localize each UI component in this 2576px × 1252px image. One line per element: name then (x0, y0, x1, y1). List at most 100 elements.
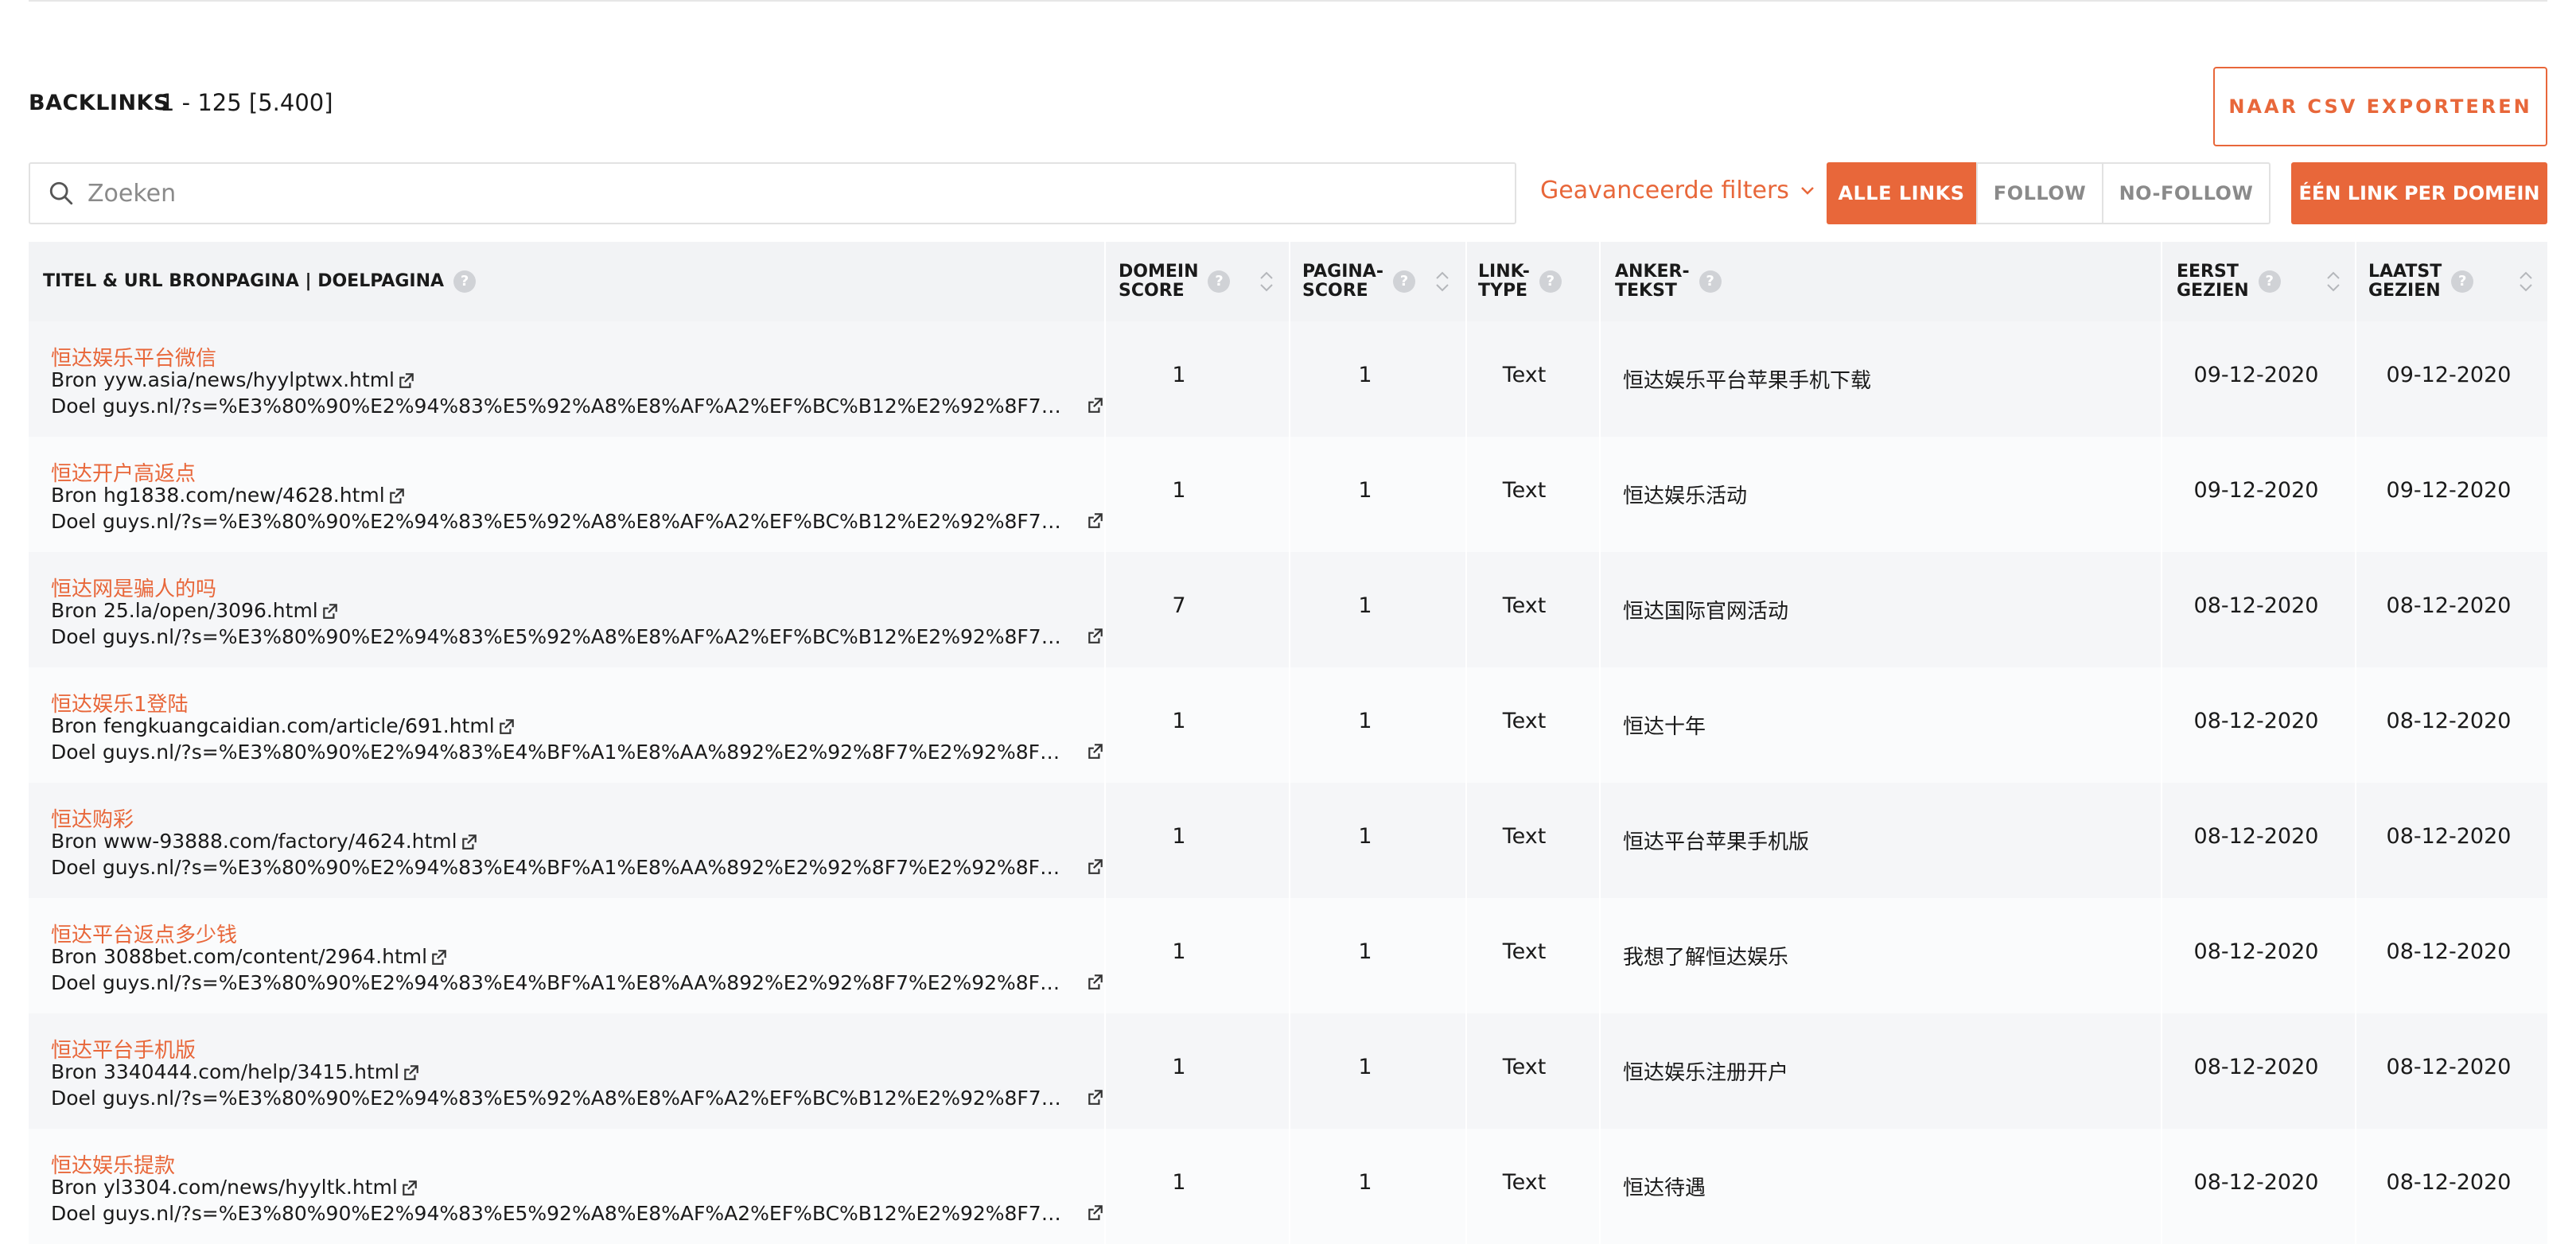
source-page-title-link[interactable]: 恒达网是骗人的吗 (51, 573, 216, 602)
backlinks-table: TITEL & URL BRONPAGINA | DOELPAGINA ? DO… (29, 242, 2547, 1244)
domain-score-cell: 1 (1172, 1055, 1186, 1079)
external-link-icon[interactable] (1087, 973, 1104, 990)
source-url-link[interactable]: Bron yyw.asia/news/hyylptwx.html (51, 368, 395, 391)
external-link-icon[interactable] (430, 948, 448, 966)
source-page-title-link[interactable]: 恒达娱乐提款 (51, 1149, 175, 1179)
first-seen-cell: 09-12-2020 (2193, 478, 2319, 503)
external-link-icon[interactable] (401, 1179, 418, 1196)
table-body: 恒达娱乐平台微信 Bron yyw.asia/news/hyylptwx.html… (29, 321, 2547, 1244)
search-input[interactable]: Zoeken (29, 162, 1516, 224)
domain-score-cell: 1 (1172, 1170, 1186, 1195)
anchor-text-cell: 恒达平台苹果手机版 (1623, 830, 1810, 854)
link-type-cell: Text (1502, 1170, 1547, 1195)
external-link-icon[interactable] (1087, 627, 1104, 644)
anchor-text-cell: 恒达娱乐注册开户 (1623, 1061, 1789, 1085)
column-page-score[interactable]: PAGINA- SCORE ? (1302, 242, 1415, 321)
source-page-title-link[interactable]: 恒达娱乐1登陆 (51, 688, 189, 717)
external-link-icon[interactable] (1087, 1088, 1104, 1106)
external-link-icon[interactable] (403, 1063, 420, 1081)
page-score-cell: 1 (1358, 1170, 1372, 1195)
external-link-icon[interactable] (1087, 396, 1104, 414)
target-url-link[interactable]: Doel guys.nl/?s=%E3%80%90%E2%94%83%E5%92… (51, 625, 1066, 648)
help-icon[interactable]: ? (1699, 270, 1722, 293)
one-link-per-domain-button[interactable]: ÉÉN LINK PER DOMEIN (2291, 162, 2547, 224)
source-url-link[interactable]: Bron hg1838.com/new/4628.html (51, 484, 385, 507)
target-url: Doel guys.nl/?s=%E3%80%90%E2%94%83%E5%92… (51, 1087, 1104, 1110)
anchor-text-cell: 恒达娱乐平台苹果手机下载 (1623, 369, 1872, 393)
sort-icon[interactable] (1258, 266, 1275, 297)
target-url-link[interactable]: Doel guys.nl/?s=%E3%80%90%E2%94%83%E5%92… (51, 1087, 1066, 1110)
source-url-link[interactable]: Bron yl3304.com/news/hyyltk.html (51, 1176, 398, 1199)
advanced-filters-dropdown[interactable]: Geavanceerde filters (1540, 177, 1815, 204)
external-link-icon[interactable] (1087, 742, 1104, 760)
external-link-icon[interactable] (398, 371, 415, 389)
page-score-cell: 1 (1358, 593, 1372, 618)
target-url-link[interactable]: Doel guys.nl/?s=%E3%80%90%E2%94%83%E4%BF… (51, 971, 1066, 994)
target-url-link[interactable]: Doel guys.nl/?s=%E3%80%90%E2%94%83%E4%BF… (51, 856, 1066, 879)
help-icon[interactable]: ? (2258, 270, 2281, 293)
top-divider (29, 0, 2547, 2)
column-last-seen[interactable]: LAATST GEZIEN ? (2368, 242, 2474, 321)
target-url: Doel guys.nl/?s=%E3%80%90%E2%94%83%E5%92… (51, 510, 1104, 533)
target-url-link[interactable]: Doel guys.nl/?s=%E3%80%90%E2%94%83%E5%92… (51, 1202, 1066, 1225)
external-link-icon[interactable] (1087, 511, 1104, 529)
domain-score-cell: 1 (1172, 709, 1186, 733)
source-url-link[interactable]: Bron 3088bet.com/content/2964.html (51, 945, 427, 968)
column-divider (1465, 242, 1467, 1244)
external-link-icon[interactable] (461, 833, 478, 850)
help-icon[interactable]: ? (1539, 270, 1562, 293)
table-row: 恒达娱乐提款 Bron yl3304.com/news/hyyltk.html Do… (29, 1129, 2547, 1244)
sort-icon[interactable] (2325, 266, 2342, 297)
source-page-title-link[interactable]: 恒达开户高返点 (51, 457, 196, 487)
target-url-link[interactable]: Doel guys.nl/?s=%E3%80%90%E2%94%83%E5%92… (51, 395, 1066, 418)
target-url: Doel guys.nl/?s=%E3%80%90%E2%94%83%E5%92… (51, 625, 1104, 648)
sort-icon[interactable] (1434, 266, 1451, 297)
filter-nofollow-button[interactable]: NO-FOLLOW (2103, 162, 2271, 224)
table-row: 恒达娱乐平台微信 Bron yyw.asia/news/hyylptwx.html… (29, 321, 2547, 437)
link-type-cell: Text (1502, 478, 1547, 503)
help-icon[interactable]: ? (1208, 270, 1231, 293)
source-url-link[interactable]: Bron www-93888.com/factory/4624.html (51, 830, 457, 853)
external-link-icon[interactable] (1087, 1203, 1104, 1221)
page-header: BACKLINKS 1 - 125 [5.400] NAAR CSV EXPOR… (29, 67, 2547, 146)
help-icon[interactable]: ? (1392, 270, 1415, 293)
external-link-icon[interactable] (498, 717, 516, 735)
source-page-title-link[interactable]: 恒达平台手机版 (51, 1034, 196, 1063)
source-page-title-link[interactable]: 恒达平台返点多少钱 (51, 919, 237, 948)
help-icon[interactable]: ? (453, 270, 477, 293)
export-csv-button[interactable]: NAAR CSV EXPORTEREN (2213, 67, 2547, 146)
target-url: Doel guys.nl/?s=%E3%80%90%E2%94%83%E4%BF… (51, 856, 1104, 879)
filter-all-links-button[interactable]: ALLE LINKS (1827, 162, 1976, 224)
first-seen-cell: 08-12-2020 (2193, 824, 2319, 849)
sort-icon[interactable] (2517, 266, 2535, 297)
source-url-link[interactable]: Bron fengkuangcaidian.com/article/691.ht… (51, 714, 495, 737)
column-first-seen[interactable]: EERST GEZIEN ? (2177, 242, 2281, 321)
column-anchor-text-label: ANKER- TEKST (1615, 262, 1690, 301)
help-icon[interactable]: ? (2451, 270, 2474, 293)
external-link-icon[interactable] (388, 487, 406, 504)
target-url-link[interactable]: Doel guys.nl/?s=%E3%80%90%E2%94%83%E5%92… (51, 510, 1066, 533)
source-url-link[interactable]: Bron 25.la/open/3096.html (51, 599, 318, 622)
table-row: 恒达网是骗人的吗 Bron 25.la/open/3096.html Doel gu… (29, 552, 2547, 667)
domain-score-cell: 1 (1172, 824, 1186, 849)
column-source-label: TITEL & URL BRONPAGINA | DOELPAGINA (43, 271, 445, 291)
anchor-text-cell: 恒达十年 (1623, 715, 1706, 739)
anchor-text-cell: 恒达娱乐活动 (1623, 484, 1748, 508)
page-score-cell: 1 (1358, 939, 1372, 964)
source-page-title-link[interactable]: 恒达娱乐平台微信 (51, 342, 216, 371)
external-link-icon[interactable] (321, 602, 339, 620)
column-domain-score[interactable]: DOMEIN SCORE ? (1119, 242, 1231, 321)
source-url-link[interactable]: Bron 3340444.com/help/3415.html (51, 1060, 399, 1083)
first-seen-cell: 08-12-2020 (2193, 939, 2319, 964)
column-source: TITEL & URL BRONPAGINA | DOELPAGINA ? (43, 242, 477, 321)
filter-follow-button[interactable]: FOLLOW (1976, 162, 2103, 224)
last-seen-cell: 08-12-2020 (2386, 1055, 2512, 1079)
source-url: Bron 25.la/open/3096.html (51, 599, 339, 622)
external-link-icon[interactable] (1087, 857, 1104, 875)
first-seen-cell: 08-12-2020 (2193, 709, 2319, 733)
target-url-link[interactable]: Doel guys.nl/?s=%E3%80%90%E2%94%83%E4%BF… (51, 741, 1066, 764)
domain-score-cell: 1 (1172, 478, 1186, 503)
table-header: TITEL & URL BRONPAGINA | DOELPAGINA ? DO… (29, 242, 2547, 321)
column-divider (1104, 242, 1106, 1244)
source-page-title-link[interactable]: 恒达购彩 (51, 803, 134, 833)
